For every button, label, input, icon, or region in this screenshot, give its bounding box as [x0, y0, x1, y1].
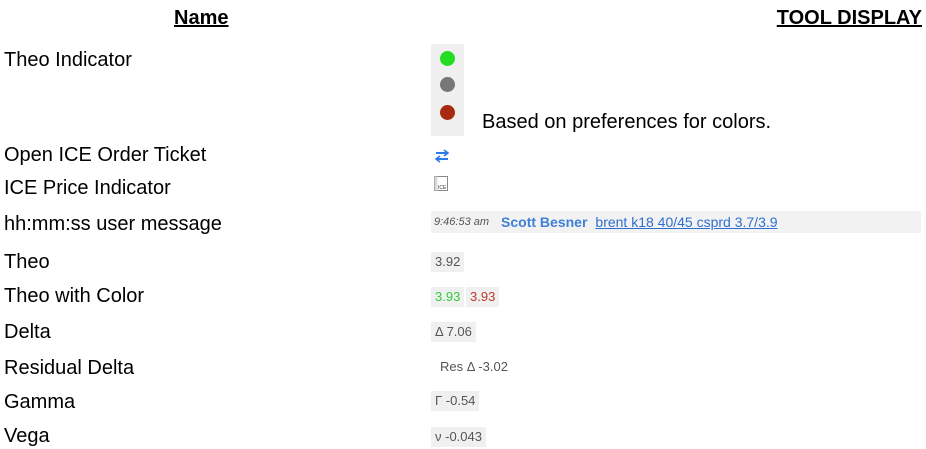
message-user[interactable]: Scott Besner — [501, 211, 587, 233]
theo-indicator-red-dot — [440, 105, 455, 120]
swap-arrows-icon[interactable] — [433, 148, 451, 164]
theo-indicator-display — [431, 44, 464, 136]
user-message-display: 9:46:53 am Scott Besner brent k18 40/45 cs… — [431, 211, 921, 233]
row-name-user-message: hh:mm:ss user message — [4, 213, 222, 235]
theo-indicator-gray-dot — [440, 77, 455, 92]
row-name-open-ice-order-ticket: Open ICE Order Ticket — [4, 144, 207, 166]
tool-display-column-header: TOOL DISPLAY — [776, 7, 922, 29]
message-link[interactable]: brent k18 40/45 csprd 3.7/3.9 — [595, 211, 777, 233]
row-name-delta: Delta — [4, 321, 51, 343]
theo-value-down: 3.93 — [466, 287, 500, 307]
residual-delta-value: Res Δ -3.02 — [436, 357, 512, 377]
name-column-header: Name — [174, 7, 229, 29]
delta-value: Δ 7.06 — [431, 322, 476, 342]
gamma-value: Γ -0.54 — [431, 391, 480, 411]
row-name-gamma: Gamma — [4, 391, 76, 413]
ice-icon: ICE — [434, 176, 448, 191]
message-timestamp: 9:46:53 am — [434, 216, 490, 228]
row-name-residual-delta: Residual Delta — [4, 357, 135, 379]
theo-indicator-green-dot — [440, 51, 455, 66]
theo-value-up: 3.93 — [431, 287, 465, 307]
row-name-theo-indicator: Theo Indicator — [4, 49, 132, 71]
svg-text:ICE: ICE — [438, 185, 447, 191]
row-name-theo-with-color: Theo with Color — [4, 285, 145, 307]
theo-indicator-note: Based on preferences for colors. — [482, 111, 772, 133]
row-name-vega: Vega — [4, 425, 50, 447]
theo-value: 3.92 — [431, 252, 465, 272]
vega-value: ν -0.043 — [431, 427, 486, 447]
row-name-ice-price-indicator: ICE Price Indicator — [4, 177, 171, 199]
row-name-theo: Theo — [4, 251, 50, 273]
